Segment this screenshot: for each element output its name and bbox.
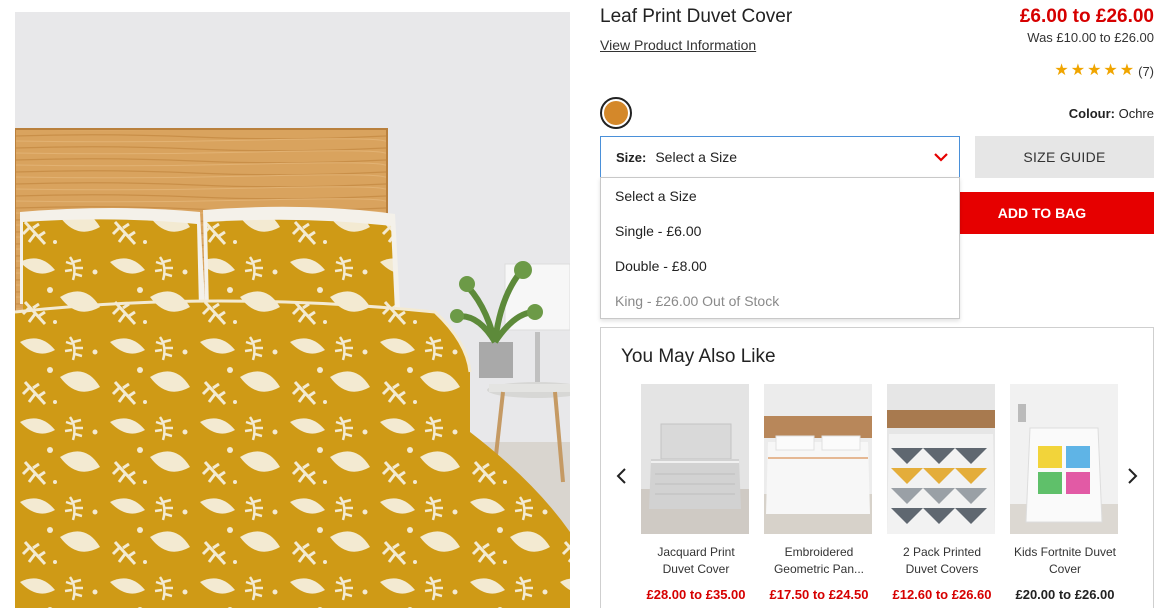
recommendations-panel: You May Also Like Jacquard Print Duvet C… [600, 327, 1154, 608]
size-label: Size: [616, 149, 647, 165]
bedroom-photo [15, 12, 570, 608]
recommendation-price: £28.00 to £35.00 [646, 587, 746, 602]
chevron-left-icon [616, 468, 626, 484]
product-title: Leaf Print Duvet Cover [600, 6, 793, 27]
recommendation-image[interactable] [641, 384, 749, 534]
colour-value: Ochre [1118, 106, 1154, 121]
chevron-down-icon [934, 153, 948, 162]
size-option-king[interactable]: King - £26.00 Out of Stock [601, 283, 959, 318]
carousel-prev-button[interactable] [611, 466, 631, 486]
recommendation-card[interactable]: Embroidered Geometric Pan... £17.50 to £… [764, 384, 874, 602]
add-to-bag-label: ADD TO BAG [997, 205, 1087, 221]
recommendation-price: £20.00 to £26.00 [1015, 587, 1115, 602]
colour-label: Colour: [1068, 106, 1115, 121]
recommendation-image[interactable] [1010, 384, 1118, 534]
product-price: £6.00 to £26.00 [1019, 6, 1154, 27]
rating-count: (7) [1138, 63, 1154, 79]
size-dropdown[interactable]: Select a Size Single - £6.00 Double - £8… [600, 177, 960, 319]
recommendation-image[interactable] [764, 384, 872, 534]
recommendation-name[interactable]: Embroidered Geometric Pan... [764, 544, 874, 578]
colour-swatch-ochre[interactable] [600, 97, 632, 129]
star-icon: ★ [1087, 62, 1102, 79]
was-price: Was £10.00 to £26.00 [1027, 30, 1154, 45]
chevron-right-icon [1128, 468, 1138, 484]
recommendation-name[interactable]: 2 Pack Printed Duvet Covers [887, 544, 997, 578]
recommendation-name[interactable]: Jacquard Print Duvet Cover [641, 544, 751, 578]
recommendation-card[interactable]: Kids Fortnite Duvet Cover £20.00 to £26.… [1010, 384, 1120, 602]
size-option-single[interactable]: Single - £6.00 [601, 213, 959, 248]
recommendations-title: You May Also Like [621, 346, 776, 367]
product-main-image[interactable] [15, 12, 570, 608]
recommendation-price: £17.50 to £24.50 [769, 587, 869, 602]
star-icon: ★ [1119, 62, 1135, 79]
star-icon: ★ [1103, 62, 1118, 79]
recommendation-card[interactable]: Jacquard Print Duvet Cover £28.00 to £35… [641, 384, 751, 602]
size-option-double[interactable]: Double - £8.00 [601, 248, 959, 283]
recommendation-card[interactable]: 2 Pack Printed Duvet Covers £12.60 to £2… [887, 384, 997, 602]
star-icon: ★ [1070, 62, 1086, 79]
colour-indicator: Colour: Ochre [1069, 106, 1154, 121]
size-select[interactable]: Size: Select a Size [600, 136, 960, 178]
star-icon: ★ [1054, 62, 1069, 79]
size-option-select[interactable]: Select a Size [601, 178, 959, 213]
size-guide-button[interactable]: SIZE GUIDE [975, 136, 1154, 178]
recommendation-name[interactable]: Kids Fortnite Duvet Cover [1010, 544, 1120, 578]
swatch-color-fill [604, 101, 628, 125]
rating[interactable]: ★ ★ ★ ★ ★ (7) [1054, 63, 1154, 79]
view-product-information-link[interactable]: View Product Information [600, 37, 756, 53]
recommendation-price: £12.60 to £26.60 [892, 587, 992, 602]
carousel-next-button[interactable] [1123, 466, 1143, 486]
recommendation-image[interactable] [887, 384, 995, 534]
size-selected-value: Select a Size [655, 149, 738, 165]
